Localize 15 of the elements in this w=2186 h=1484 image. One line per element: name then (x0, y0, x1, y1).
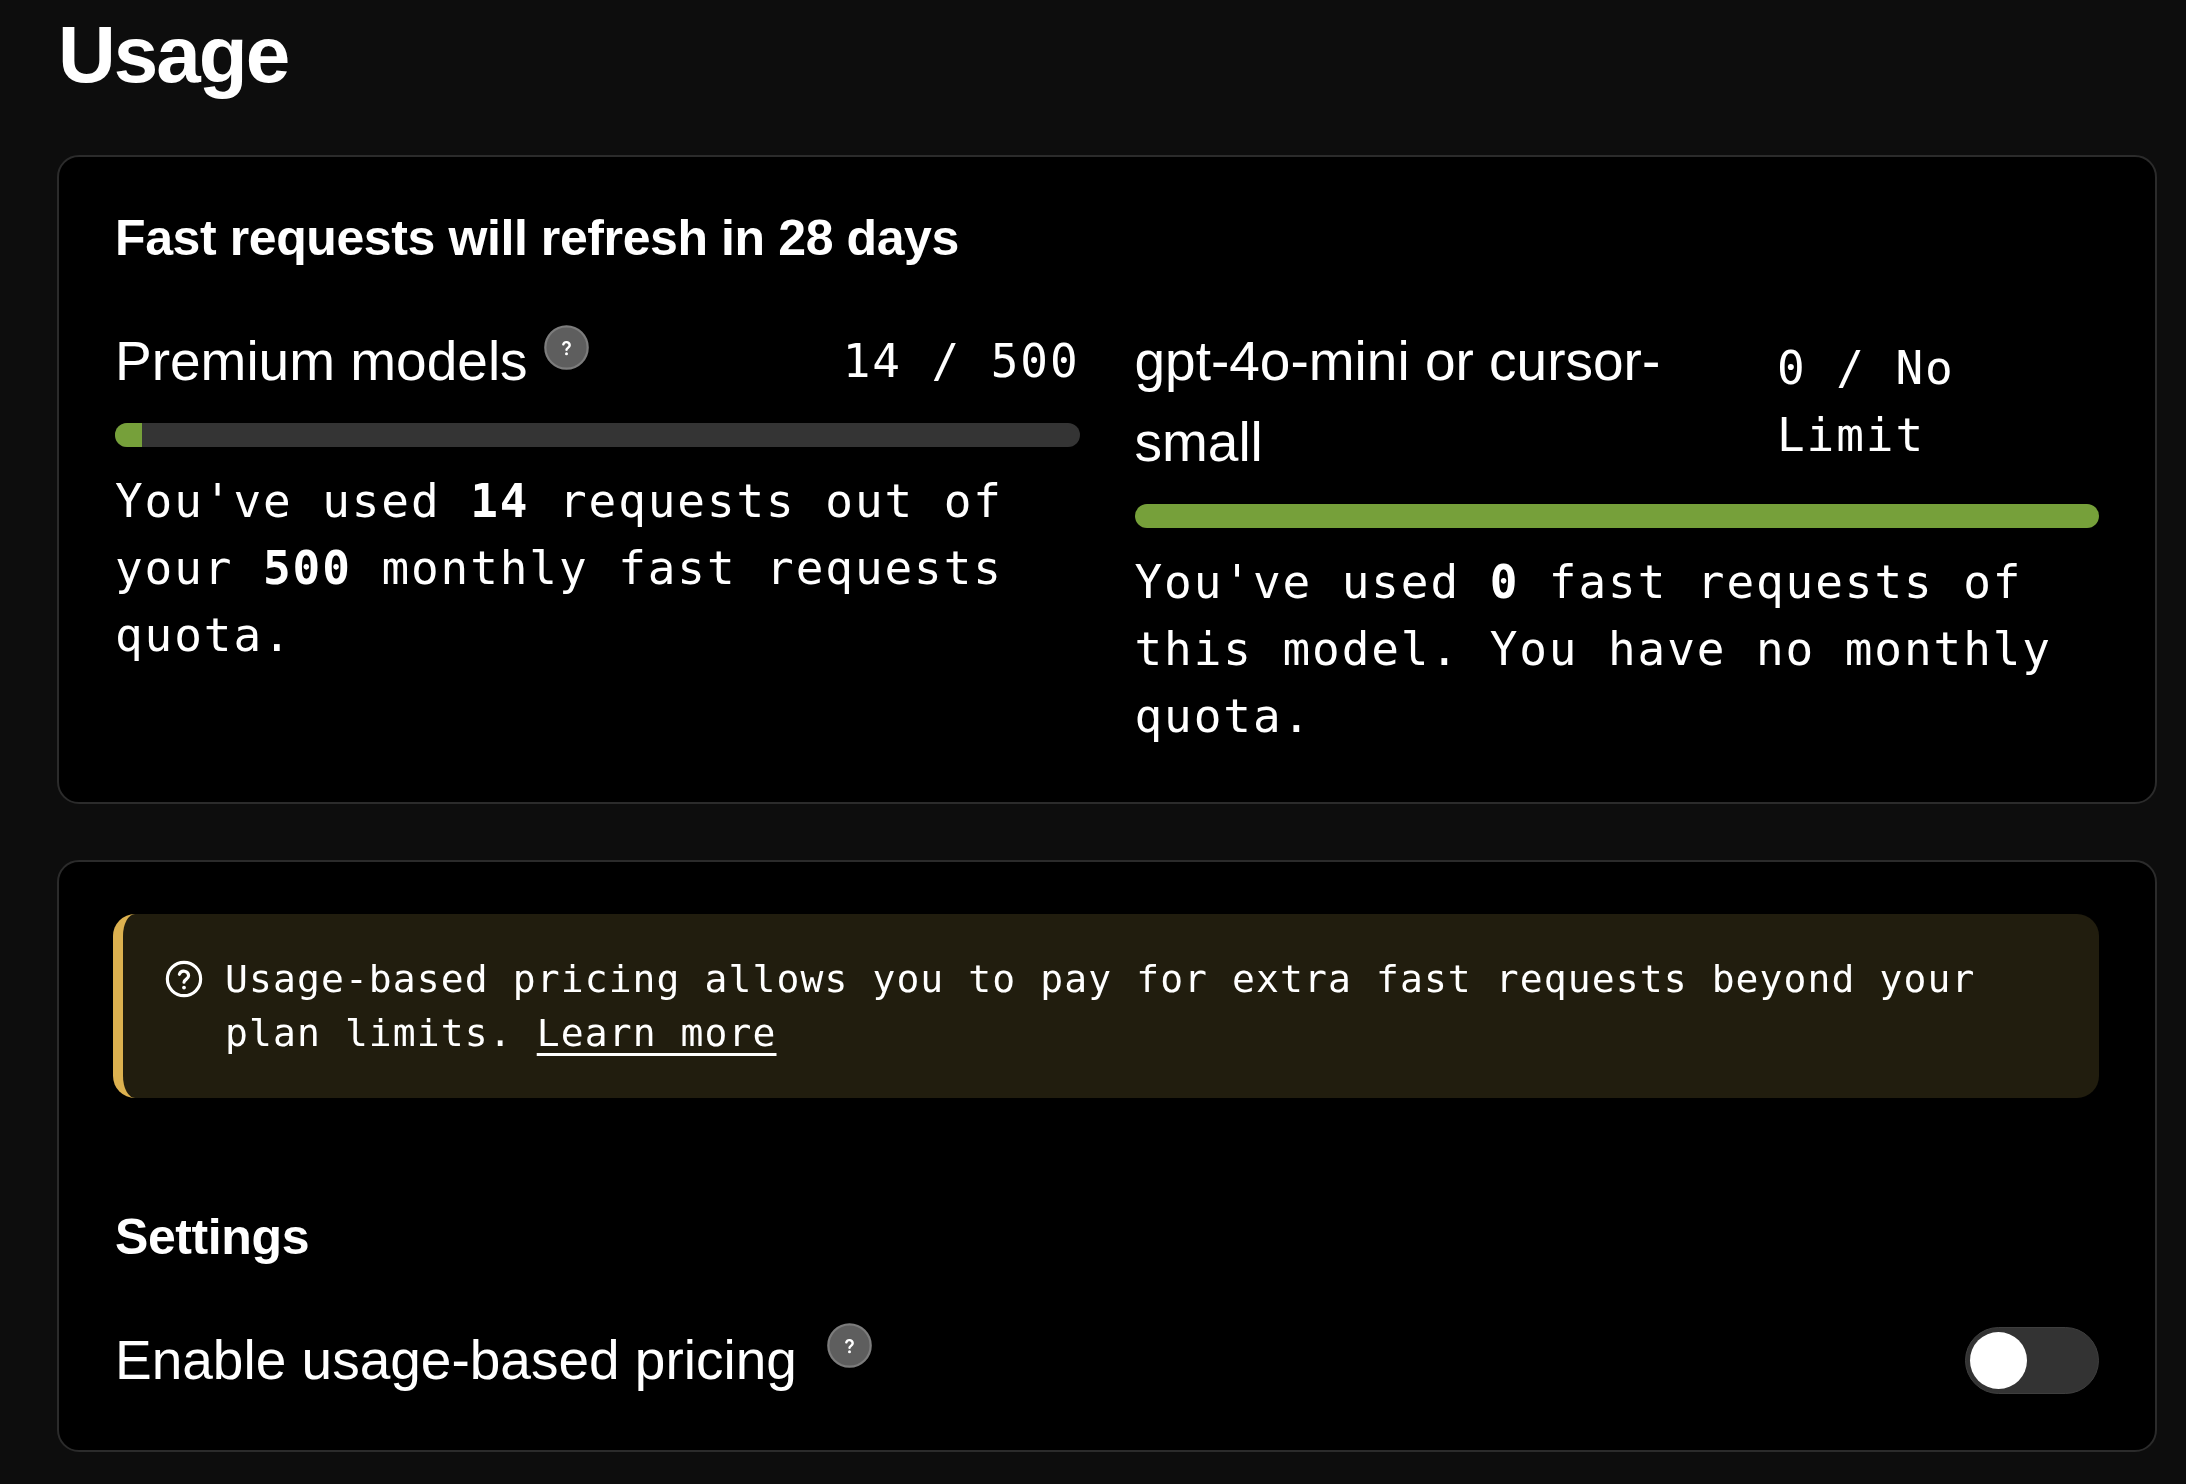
usage-description: You've used 0 fast requests of this model. You have no monthly quota. (1134, 554, 2053, 745)
setting-label: Enable usage-based pricing (115, 1328, 797, 1393)
section-title: Settings (115, 1208, 311, 1267)
usage-count: 0 / No Limit (1777, 340, 1956, 464)
page-title: Usage (58, 10, 290, 100)
meter-label: gpt-4o-mini or cursor-small (1134, 329, 1662, 475)
help-icon (165, 960, 203, 998)
help-icon[interactable] (826, 1323, 872, 1368)
help-icon[interactable] (543, 325, 589, 370)
card-title: Fast requests will refresh in 28 days (115, 209, 960, 268)
learn-more-link[interactable]: Learn more (536, 1011, 777, 1055)
meter-label: Premium models (115, 329, 528, 394)
usage-description: You've used 14 requests out of your 500 monthly fast requests quota. (115, 473, 1004, 664)
usage-count: 14 / 500 (842, 333, 1080, 390)
notice-text: Usage-based pricing allows you to pay for extra fast requests beyond your plan limits. Learn more (225, 956, 1977, 1057)
